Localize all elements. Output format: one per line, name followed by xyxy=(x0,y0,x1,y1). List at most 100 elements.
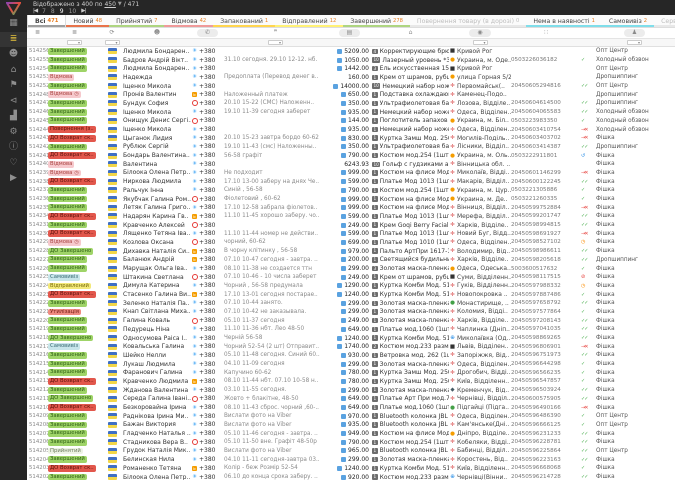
phone-number[interactable]: +380 xyxy=(199,387,215,394)
status-badge[interactable]: Завершений xyxy=(48,187,87,194)
status-badge[interactable]: ДО Возврат ск.. xyxy=(48,291,96,298)
phone-number[interactable]: +380 xyxy=(199,413,215,420)
status-badge[interactable]: Завершений xyxy=(48,83,87,90)
order-row-514242[interactable]: 514242ЗавершенийРублюк Сергій✳+38019.10 … xyxy=(27,143,675,152)
status-badge[interactable]: Завершений xyxy=(48,117,87,124)
tracking-number[interactable]: 20450599201747 xyxy=(511,213,561,219)
tracking-number[interactable]: 20450597658792 xyxy=(511,300,561,306)
tracking-number[interactable]: 20450596751973 xyxy=(511,352,561,358)
order-row-514253[interactable]: 514253ВідмоваНадежда✳+380Предоплата (Пер… xyxy=(27,73,675,82)
order-row-514236[interactable]: 514236ЗавершенийЯкубчак Галина Ром..+380… xyxy=(27,195,675,204)
tab-10[interactable]: Самовивіз2 xyxy=(602,15,654,27)
tracking-number[interactable]: 20450596228781 xyxy=(511,439,561,445)
order-row-514238[interactable]: 514238ДО Возврат ск..Ниркова Людмила✳+38… xyxy=(27,177,675,186)
status-badge[interactable]: Завершений xyxy=(48,100,87,107)
status-badge[interactable]: Завершений xyxy=(48,430,87,437)
sidebar-item-info-icon[interactable]: ⓘ xyxy=(0,140,27,156)
status-badge[interactable]: Завершений xyxy=(48,196,87,203)
tab-7[interactable]: Завершений278 xyxy=(343,15,410,27)
phone-number[interactable]: +380 xyxy=(199,421,215,428)
phone-number[interactable]: +380 xyxy=(199,143,215,150)
tracking-number[interactable]: 20450597988332 xyxy=(511,283,561,289)
order-row-514231[interactable]: 514231ЗавершенийКравченко Алексей+380249… xyxy=(27,221,675,230)
order-row-514202[interactable]: 514202ЗавершенийБілоока Олена Петр..✳+38… xyxy=(27,473,675,480)
tracking-number[interactable]: 20450603410754 xyxy=(511,127,561,133)
tracking-number[interactable]: 0503223983350 xyxy=(511,118,557,124)
tracking-number[interactable]: 0503221260335 xyxy=(511,196,557,202)
status-badge[interactable]: ДО Возврат ск.. xyxy=(48,213,96,220)
tab-6[interactable]: Відправлений12 xyxy=(275,15,343,27)
status-badge[interactable]: Відмова xyxy=(48,161,74,168)
phone-number[interactable]: +380 xyxy=(199,222,215,229)
phone-number[interactable]: +380 xyxy=(199,474,215,480)
status-badge[interactable]: Завершений xyxy=(48,413,87,420)
sidebar-item-health-icon[interactable]: ♡ xyxy=(0,156,27,172)
tracking-number[interactable]: 20450596214728 xyxy=(511,474,561,480)
tracking-number[interactable]: 20450597887486 xyxy=(511,292,561,298)
phone-number[interactable]: +380 xyxy=(199,282,215,289)
tracking-number[interactable]: 20450604614500 xyxy=(511,100,561,106)
tracking-number[interactable]: 20450597577864 xyxy=(511,309,561,315)
sidebar-item-dashboard-icon[interactable]: ▦ xyxy=(0,16,27,32)
tracking-number[interactable]: 20450596503924 xyxy=(511,387,561,393)
phone-number[interactable]: +380 xyxy=(199,335,215,342)
phone-number[interactable]: +380 xyxy=(199,213,215,220)
phone-number[interactable]: +380 xyxy=(199,465,215,472)
order-row-514244[interactable]: 514244Повернення (з..Іщенко Микола✳+3809… xyxy=(27,125,675,134)
status-badge[interactable]: Завершений xyxy=(48,300,87,307)
order-row-514252[interactable]: 514252ЗавершенийІщенко Микола✳+38014000.… xyxy=(27,82,675,91)
tab-3[interactable]: Прийнятий7 xyxy=(109,15,164,27)
order-row-514221[interactable]: 514221УтилізаціяКнап Світлана Миха..✳+38… xyxy=(27,308,675,317)
order-row-514229[interactable]: 514229Відмова◷Козлова Оксана+380чорний, … xyxy=(27,238,675,247)
order-row-514241[interactable]: 514241ДО Возврат ск..Бондарь Валентина..… xyxy=(27,151,675,160)
order-row-514228[interactable]: 514228ДО ЗавершеноДихавка Наталія Си..lc… xyxy=(27,247,675,256)
status-badge[interactable]: ДО Возврат ск.. xyxy=(48,378,96,385)
order-row-514222[interactable]: 514222ЗавершенийЗеленко Наталія Па..✳+38… xyxy=(27,299,675,308)
tracking-number[interactable]: 20450604065583 xyxy=(511,109,561,115)
last-page-icon[interactable]: ▶| xyxy=(81,8,85,15)
tag-filter-select[interactable]: ▾ xyxy=(627,40,642,45)
order-row-514220[interactable]: 514220ЗавершенийГалина Коваль+38005.10 1… xyxy=(27,316,675,325)
status-badge[interactable]: Завершений xyxy=(48,265,87,272)
tracking-number[interactable]: 20450596223163 xyxy=(511,457,561,463)
phone-number[interactable]: +380 xyxy=(199,256,215,263)
sidebar-item-statistics-icon[interactable]: ▟ xyxy=(0,109,27,125)
phone-number[interactable]: +380 xyxy=(199,274,215,281)
order-row-514255[interactable]: 514255ЗавершенийБадров Андрій Вікт..✳+38… xyxy=(27,56,675,65)
status-badge[interactable]: Повернення (з.. xyxy=(48,126,96,133)
tracking-number[interactable]: 0503221305886 xyxy=(511,187,557,193)
order-row-514248[interactable]: 514248Відмова◷Пронів Валентинlc+380Налож… xyxy=(27,90,675,99)
order-row-514247[interactable]: 514247ЗавершенийБундук София+38020.10 15… xyxy=(27,99,675,108)
status-badge[interactable]: Завершений xyxy=(48,387,87,394)
status-badge[interactable]: Завершений xyxy=(48,256,87,263)
status-badge[interactable]: Завершений xyxy=(48,109,87,116)
tracking-number[interactable]: 20450598205618 xyxy=(511,257,561,263)
tab-11[interactable]: Сервіси0 xyxy=(654,15,675,27)
tracking-number[interactable]: 20450596486390 xyxy=(511,413,561,419)
tracking-number[interactable]: 20450597041035 xyxy=(511,326,561,332)
product-column-icon[interactable]: ⌂ xyxy=(409,29,413,37)
address-column-icon[interactable]: ◉ xyxy=(469,29,490,37)
order-row-514246[interactable]: 514246ЗавершенийІщенко Микола✳+38019.10 … xyxy=(27,108,675,117)
status-badge[interactable]: Завершений xyxy=(48,456,87,463)
sidebar-item-marketing-icon[interactable]: ⊲ xyxy=(0,94,27,110)
status-badge[interactable]: Прийнятий xyxy=(48,448,83,455)
tracking-number[interactable]: 20450600122245 xyxy=(511,179,561,185)
order-row-514234[interactable]: 514234ДО Возврат ск..Надарян Карина Гв..… xyxy=(27,212,675,221)
status-badge[interactable]: ДО Завершено xyxy=(48,395,93,402)
phone-number[interactable]: +380 xyxy=(199,291,215,298)
phone-number[interactable]: +380 xyxy=(199,91,215,98)
sidebar-item-company-icon[interactable]: ⌂ xyxy=(0,63,27,79)
status-badge[interactable]: Завершений xyxy=(48,326,87,333)
phone-number[interactable]: +380 xyxy=(199,117,215,124)
phone-number[interactable]: +380 xyxy=(199,248,215,255)
status-badge[interactable]: Завершений xyxy=(48,439,87,446)
tracking-number[interactable]: 20450596644298 xyxy=(511,361,561,367)
order-row-514245[interactable]: 514245ЗавершенийОнищук Денис Сергі..+380… xyxy=(27,117,675,126)
phone-number[interactable]: +380 xyxy=(199,308,215,315)
order-row-514240[interactable]: 514240ВідмоваВалентина✳+3806243.9310Голь… xyxy=(27,160,675,169)
page-number-10[interactable]: 10 xyxy=(69,8,77,15)
order-row-514207[interactable]: 514207ЗавершенийГладченко Наталья ..✳+38… xyxy=(27,429,675,438)
phone-number[interactable]: +380 xyxy=(199,74,215,81)
phone-number[interactable]: +380 xyxy=(199,378,215,385)
